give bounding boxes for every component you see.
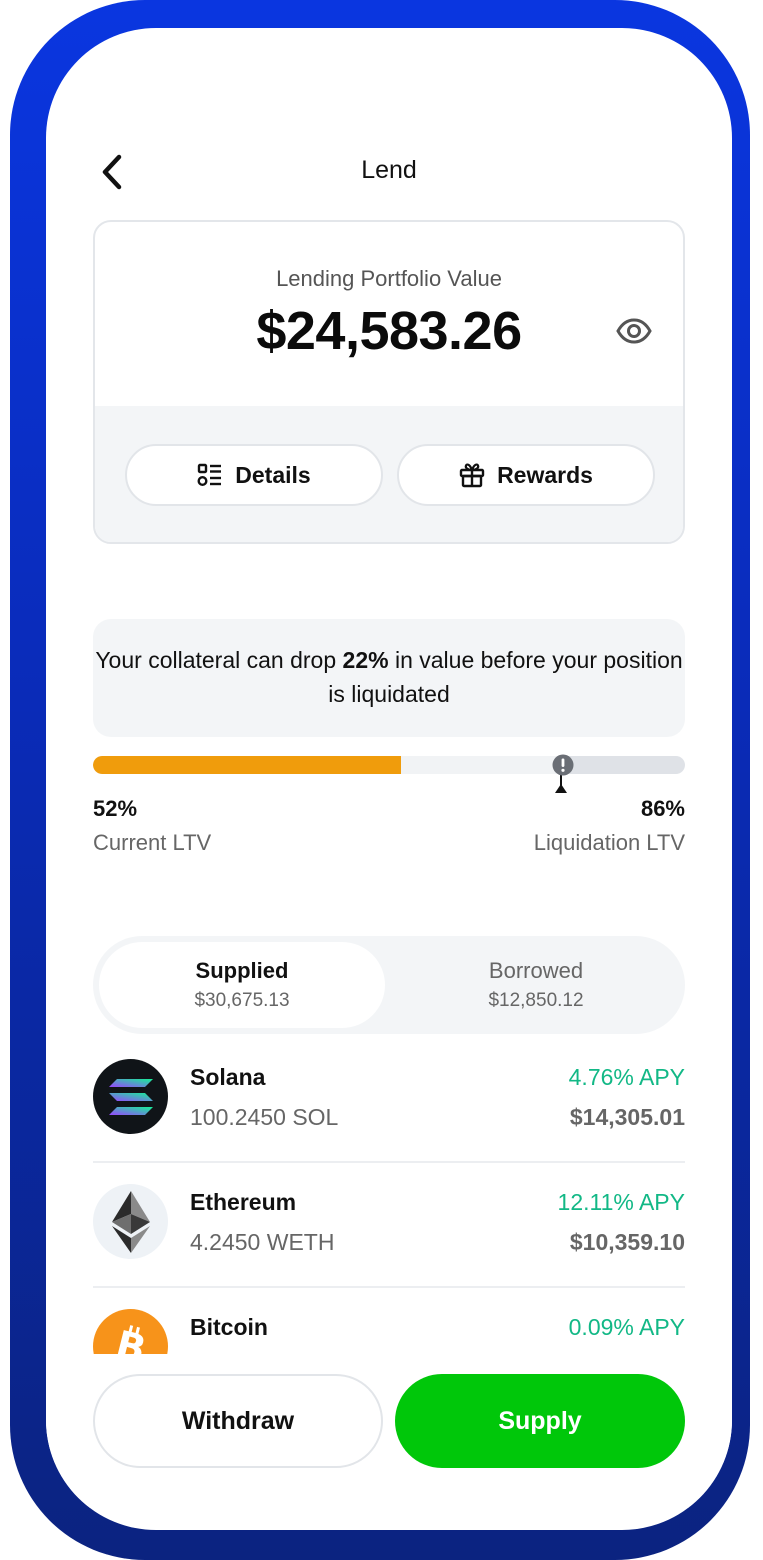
ltv-current-fill — [93, 756, 401, 774]
warning-icon[interactable] — [552, 754, 574, 776]
details-button[interactable]: Details — [125, 444, 383, 506]
asset-name: Bitcoin — [190, 1314, 268, 1340]
portfolio-card: Lending Portfolio Value $24,583.26 Detai… — [93, 220, 685, 544]
collateral-drop-percent: 22% — [342, 647, 389, 673]
ltv-danger-zone — [563, 756, 685, 774]
rewards-button[interactable]: Rewards — [397, 444, 655, 506]
current-ltv-label: Current LTV — [93, 830, 212, 855]
portfolio-label: Lending Portfolio Value — [276, 266, 502, 291]
asset-row-solana[interactable]: Solana 100.2450 SOL 4.76% APY $14,305.01 — [93, 1038, 685, 1163]
phone-frame: Lend Lending Portfolio Value $24,583.26 — [10, 0, 750, 1560]
supply-button[interactable]: Supply — [395, 1374, 685, 1468]
asset-list: Solana 100.2450 SOL 4.76% APY $14,305.01 — [93, 1038, 685, 1354]
details-label: Details — [235, 461, 311, 488]
gift-icon — [459, 463, 485, 488]
liquidation-ltv-value: 86% — [640, 796, 685, 821]
withdraw-button[interactable]: Withdraw — [93, 1374, 383, 1468]
asset-apy: 4.76% APY — [568, 1064, 685, 1090]
eye-icon[interactable] — [615, 312, 653, 350]
tab-borrowed-label: Borrowed — [488, 958, 584, 983]
page-title: Lend — [361, 156, 417, 184]
portfolio-actions: Details Rewards — [95, 406, 683, 542]
collateral-notice: Your collateral can drop 22% in value be… — [93, 619, 685, 737]
bottom-actions: Withdraw Supply — [46, 1358, 732, 1508]
ltv-track — [93, 756, 685, 774]
asset-name: Solana — [190, 1064, 266, 1090]
portfolio-value: $24,583.26 — [256, 301, 522, 361]
asset-apy: 12.11% APY — [557, 1189, 685, 1215]
asset-value: $14,305.01 — [569, 1104, 685, 1130]
tab-supplied-label: Supplied — [195, 958, 289, 983]
asset-amount: 4.2450 WETH — [190, 1229, 335, 1255]
asset-row-bitcoin[interactable]: B Bitcoin 0.09% APY — [93, 1288, 685, 1354]
collateral-text-prefix: Your collateral can drop — [95, 647, 343, 673]
asset-amount: 100.2450 SOL — [190, 1104, 339, 1130]
solana-icon — [93, 1059, 168, 1134]
rewards-label: Rewards — [497, 461, 593, 488]
tab-borrowed-amount: $12,850.12 — [488, 990, 584, 1011]
current-ltv-value: 52% — [93, 796, 138, 821]
asset-apy: 0.09% APY — [568, 1314, 685, 1340]
tab-supplied-amount: $30,675.13 — [194, 990, 290, 1011]
asset-value: $10,359.10 — [569, 1229, 685, 1255]
tab-borrowed[interactable]: Borrowed $12,850.12 — [393, 942, 679, 1028]
list-icon — [197, 463, 222, 486]
asset-name: Ethereum — [190, 1189, 297, 1215]
asset-row-ethereum[interactable]: Ethereum 4.2450 WETH 12.11% APY $10,359.… — [93, 1163, 685, 1288]
liquidation-ltv-label: Liquidation LTV — [533, 830, 685, 855]
ethereum-icon — [93, 1184, 168, 1259]
bitcoin-icon: B — [93, 1309, 168, 1354]
app-screen: Lend Lending Portfolio Value $24,583.26 — [46, 28, 732, 1530]
supplied-borrowed-tabs: Supplied $30,675.13 Borrowed $12,850.12 — [93, 936, 685, 1034]
tab-supplied[interactable]: Supplied $30,675.13 — [99, 942, 385, 1028]
ltv-progress-bar — [93, 754, 685, 793]
